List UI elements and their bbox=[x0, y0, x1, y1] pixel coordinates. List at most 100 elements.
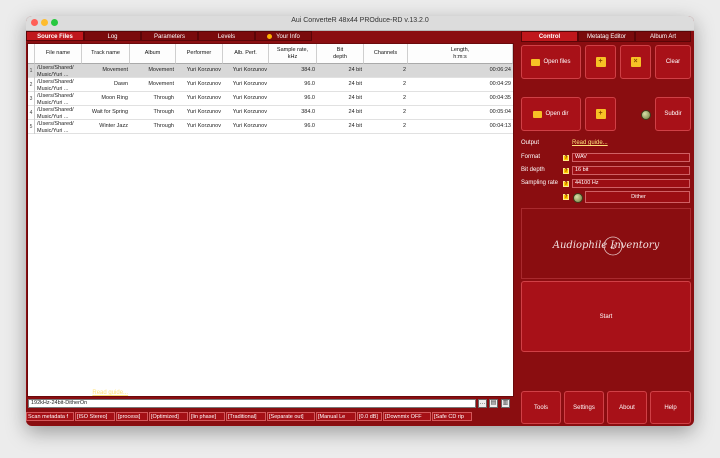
cell-ch: 2 bbox=[402, 109, 406, 115]
add-folder-icon: + bbox=[595, 109, 606, 119]
cell-track: Movement bbox=[102, 67, 128, 73]
cell-album: Through bbox=[153, 123, 175, 129]
cell-performer: Yuri Korzunov bbox=[186, 123, 221, 129]
cell-file: /Users/Shared/ Music/Yuri ... bbox=[37, 121, 74, 134]
bit-depth-help-icon[interactable]: ? bbox=[563, 168, 569, 174]
cell-album: Movement bbox=[148, 81, 174, 87]
cell-alb-perf: Yuri Korzunov bbox=[232, 67, 267, 73]
add-file-button[interactable]: + bbox=[585, 45, 616, 79]
clear-button[interactable]: Clear bbox=[655, 45, 691, 79]
info-dot-icon bbox=[267, 33, 273, 39]
col-header-length[interactable]: Length, h:m:s bbox=[408, 44, 513, 64]
format-select[interactable]: WAV bbox=[572, 153, 690, 162]
start-button[interactable]: Start bbox=[521, 281, 691, 352]
subdir-button[interactable]: Subdir bbox=[655, 97, 691, 131]
col-header-alb-perf[interactable]: Alb. Perf. bbox=[223, 44, 269, 64]
tab-control[interactable]: Control bbox=[521, 31, 578, 42]
format-label: Format bbox=[521, 154, 541, 160]
settings-button[interactable]: Settings bbox=[564, 391, 604, 424]
bit-depth-select[interactable]: 16 bit bbox=[572, 166, 690, 175]
logo-text: Audiophile Inventory bbox=[552, 240, 660, 251]
format-help-icon[interactable]: ? bbox=[563, 155, 569, 161]
cell-performer: Yuri Korzunov bbox=[186, 67, 221, 73]
remove-file-icon: × bbox=[630, 57, 641, 67]
sampling-rate-help-icon[interactable]: ? bbox=[563, 181, 569, 187]
help-button[interactable]: Help bbox=[650, 391, 691, 424]
left-tab-bar: Source Files Log Parameters Levels Your … bbox=[26, 31, 515, 42]
browse-folder-icon[interactable]: ▤ bbox=[489, 399, 498, 408]
tab-album-art[interactable]: Album Art bbox=[635, 31, 691, 42]
cell-len: 00:04:13 bbox=[489, 123, 511, 129]
tab-levels[interactable]: Levels bbox=[198, 31, 255, 41]
table-row[interactable]: 2/Users/Shared/ Music/Yuri ... Dawn Moveme… bbox=[28, 78, 513, 92]
status-chip-process: [process] bbox=[116, 412, 148, 421]
open-files-button[interactable]: Open files bbox=[521, 45, 581, 79]
status-chip-scan-metadata: Scan metadata f bbox=[26, 412, 74, 421]
col-header-bit-depth[interactable]: Bit depth bbox=[317, 44, 364, 64]
cell-len: 00:04:35 bbox=[489, 95, 511, 101]
col-header-album[interactable]: Album bbox=[130, 44, 176, 64]
dither-toggle-indicator[interactable] bbox=[573, 193, 583, 203]
open-folder-icon[interactable]: ▥ bbox=[501, 399, 510, 408]
cell-bits: 24 bit bbox=[348, 81, 362, 87]
cell-alb-perf: Yuri Korzunov bbox=[232, 123, 267, 129]
cell-bits: 24 bit bbox=[348, 67, 362, 73]
cell-ch: 2 bbox=[402, 67, 406, 73]
cell-performer: Yuri Korzunov bbox=[186, 95, 221, 101]
output-directory-guide-link[interactable]: Read guide... bbox=[92, 390, 128, 396]
col-header-channels[interactable]: Channels bbox=[364, 44, 408, 64]
output-directory-menu-button[interactable]: … bbox=[478, 399, 487, 408]
col-header-file-name[interactable]: File name bbox=[35, 44, 82, 64]
subdir-toggle-indicator[interactable] bbox=[641, 110, 651, 120]
tab-metatag-editor[interactable]: Metatag Editor bbox=[578, 31, 635, 42]
tab-parameters[interactable]: Parameters bbox=[141, 31, 198, 41]
cell-file: /Users/Shared/ Music/Yuri ... bbox=[37, 65, 74, 78]
status-chip-iso-stereo: [ISO Stereo] bbox=[75, 412, 115, 421]
table-row[interactable]: 1/Users/Shared/ Music/Yuri ... Movement Mo… bbox=[28, 64, 513, 78]
status-chip-optimized: [Optimized] bbox=[149, 412, 188, 421]
output-guide-link[interactable]: Read guide... bbox=[572, 140, 608, 146]
cell-len: 00:04:29 bbox=[489, 81, 511, 87]
output-label: Output bbox=[521, 140, 540, 146]
cell-performer: Yuri Korzunov bbox=[186, 109, 221, 115]
cell-alb-perf: Yuri Korzunov bbox=[232, 109, 267, 115]
cell-rate: 384.0 bbox=[301, 109, 315, 115]
control-panel: Control Metatag Editor Album Art Open fi… bbox=[519, 31, 692, 424]
table-row[interactable]: 4/Users/Shared/ Music/Yuri ... Wait for S… bbox=[28, 106, 513, 120]
row-marker: 4 bbox=[28, 106, 35, 120]
folder-icon bbox=[533, 110, 543, 118]
cell-len: 00:05:04 bbox=[489, 109, 511, 115]
sampling-rate-select[interactable]: 44100 Hz bbox=[572, 179, 690, 188]
status-chip-separate-out: [Separate out] bbox=[267, 412, 315, 421]
folder-icon bbox=[531, 58, 541, 66]
table-row[interactable]: 5/Users/Shared/ Music/Yuri ... Winter Jaz… bbox=[28, 120, 513, 134]
source-files-table[interactable]: File name Track name Album Performer Alb… bbox=[27, 43, 514, 397]
col-header-track-name[interactable]: Track name bbox=[82, 44, 130, 64]
open-dir-label: Open dir bbox=[545, 111, 569, 117]
cell-track: Winter Jazz bbox=[99, 123, 128, 129]
col-header-performer[interactable]: Performer bbox=[176, 44, 223, 64]
dither-help-icon[interactable]: ? bbox=[563, 194, 569, 200]
output-directory-caption: Directory of output files bbox=[28, 390, 90, 396]
row-marker: 5 bbox=[28, 120, 35, 134]
dither-button[interactable]: Dither bbox=[585, 191, 690, 203]
status-chip-lin-phase: [lin phase] bbox=[189, 412, 225, 421]
tab-log[interactable]: Log bbox=[84, 31, 141, 41]
add-folder-button[interactable]: + bbox=[585, 97, 616, 131]
window-title: Aui ConverteR 48x44 PROduce-RD v.13.2.0 bbox=[291, 17, 429, 24]
tab-your-info[interactable]: Your Info bbox=[255, 31, 312, 41]
cell-track: Dawn bbox=[113, 81, 128, 87]
output-directory-field[interactable]: 192kHz-24bit-DitherOn bbox=[28, 399, 476, 408]
cell-file: /Users/Shared/ Music/Yuri ... bbox=[37, 93, 74, 106]
cell-file: /Users/Shared/ Music/Yuri ... bbox=[37, 79, 74, 92]
audiophile-inventory-logo: a Audiophile Inventory bbox=[521, 208, 691, 279]
tab-source-files[interactable]: Source Files bbox=[26, 31, 84, 41]
table-row[interactable]: 3/Users/Shared/ Music/Yuri ... Moon Ring T… bbox=[28, 92, 513, 106]
open-dir-button[interactable]: Open dir bbox=[521, 97, 581, 131]
status-chip-manual-level: [Manual Le bbox=[316, 412, 356, 421]
col-header-sample-rate[interactable]: Sample rate, kHz bbox=[269, 44, 317, 64]
tools-button[interactable]: Tools bbox=[521, 391, 561, 424]
about-button[interactable]: About bbox=[607, 391, 647, 424]
cell-album: Through bbox=[153, 95, 175, 101]
remove-file-button[interactable]: × bbox=[620, 45, 651, 79]
